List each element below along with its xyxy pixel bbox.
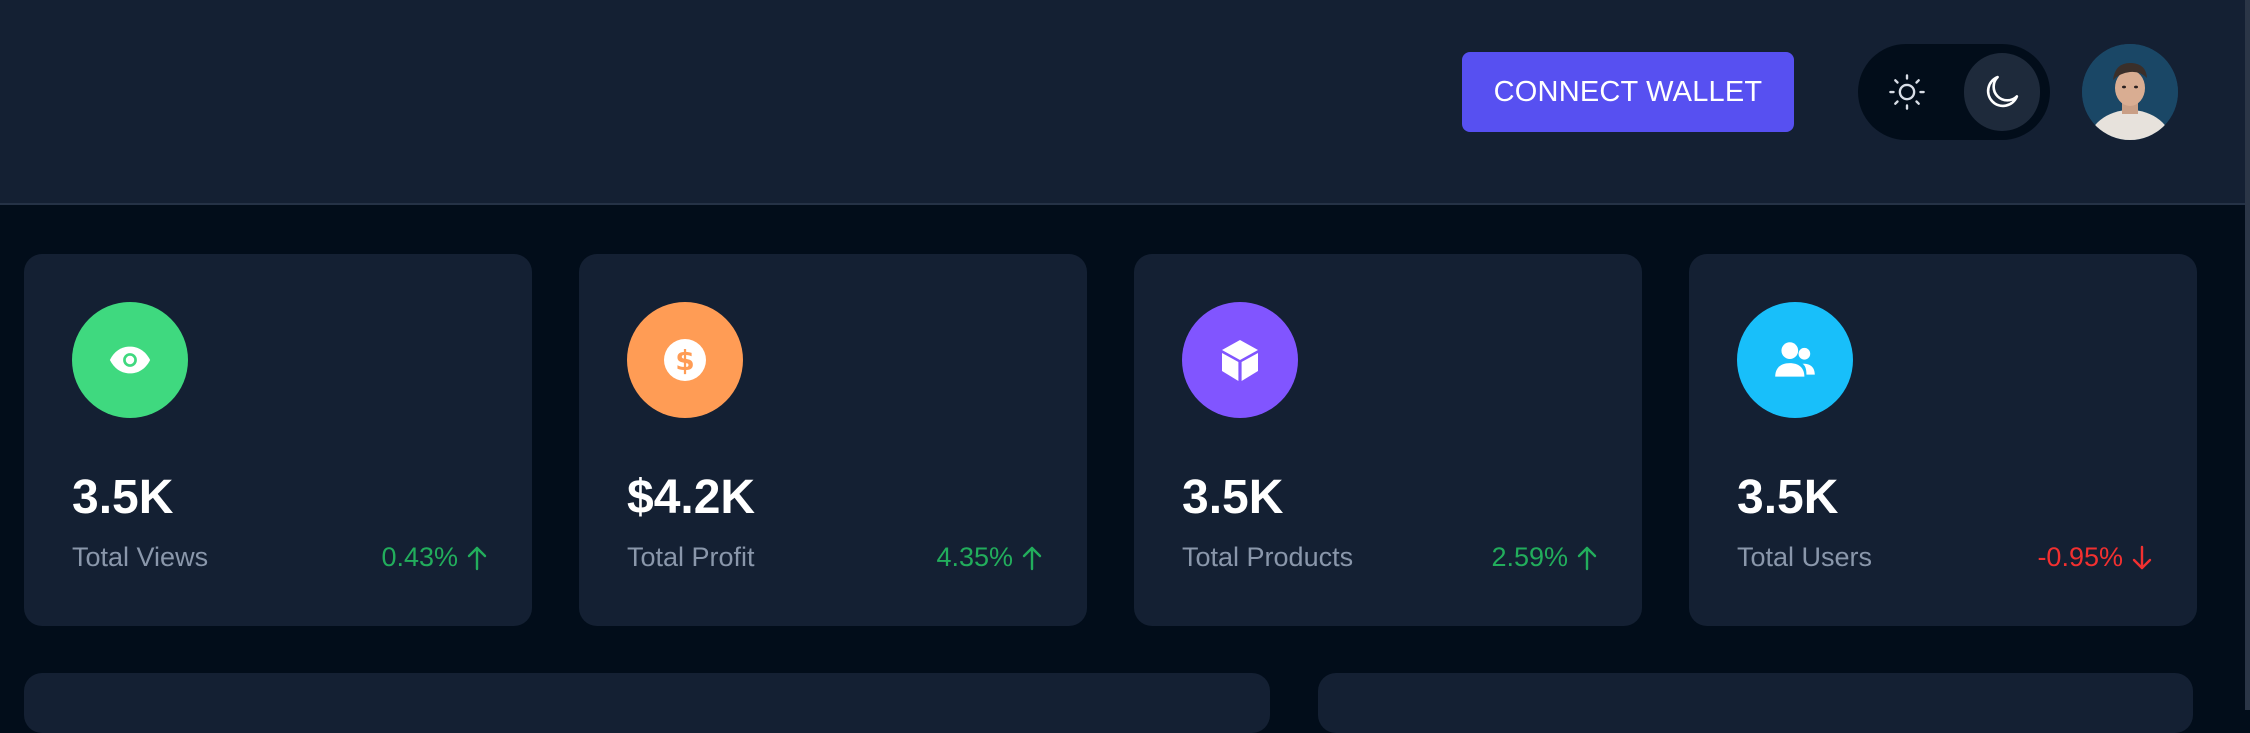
stat-label: Total Profit <box>627 542 755 572</box>
dark-mode-option[interactable] <box>1964 53 2040 131</box>
stat-value: 3.5K <box>72 471 174 524</box>
stat-change: -0.95% <box>2037 542 2153 573</box>
stat-value: 3.5K <box>1182 471 1284 524</box>
stat-value: 3.5K <box>1737 471 1839 524</box>
stat-change-value: -0.95% <box>2037 542 2123 572</box>
stat-change-value: 4.35% <box>936 542 1013 572</box>
theme-toggle[interactable] <box>1858 44 2050 140</box>
stat-label: Total Users <box>1737 542 1873 572</box>
stat-change: 4.35% <box>936 542 1043 573</box>
chart-panel-left <box>24 673 1270 733</box>
svg-text:$: $ <box>675 344 694 377</box>
scrollbar[interactable] <box>2245 0 2250 710</box>
stat-change-value: 2.59% <box>1491 542 1568 572</box>
light-mode-option[interactable] <box>1869 53 1945 131</box>
stat-change: 2.59% <box>1491 542 1598 573</box>
user-avatar[interactable] <box>2082 44 2178 140</box>
arrow-down-icon <box>2132 545 2152 569</box>
connect-wallet-button[interactable]: CONNECT WALLET <box>1462 52 1794 132</box>
stat-label: Total Views <box>72 542 209 572</box>
users-icon <box>1737 302 1853 418</box>
stat-change-value: 0.43% <box>381 542 458 572</box>
arrow-up-icon <box>1022 546 1042 570</box>
stat-card-products: 3.5K Total Products 2.59% <box>1134 254 1642 626</box>
eye-icon <box>72 302 188 418</box>
stat-label: Total Products <box>1182 542 1354 572</box>
stat-value: $4.2K <box>627 471 756 524</box>
arrow-up-icon <box>1577 546 1597 570</box>
stat-card-profit: $ $4.2K Total Profit 4.35% <box>579 254 1087 626</box>
arrow-up-icon <box>467 546 487 570</box>
chart-panel-right <box>1318 673 2193 733</box>
sun-icon <box>1889 74 1925 110</box>
dollar-icon: $ <box>627 302 743 418</box>
box-icon <box>1182 302 1298 418</box>
stat-card-users: 3.5K Total Users -0.95% <box>1689 254 2197 626</box>
stat-change: 0.43% <box>381 542 488 573</box>
profile-photo <box>2082 44 2178 140</box>
moon-icon <box>1986 75 2019 108</box>
top-header: CONNECT WALLET <box>0 0 2245 205</box>
stat-card-views: 3.5K Total Views 0.43% <box>24 254 532 626</box>
